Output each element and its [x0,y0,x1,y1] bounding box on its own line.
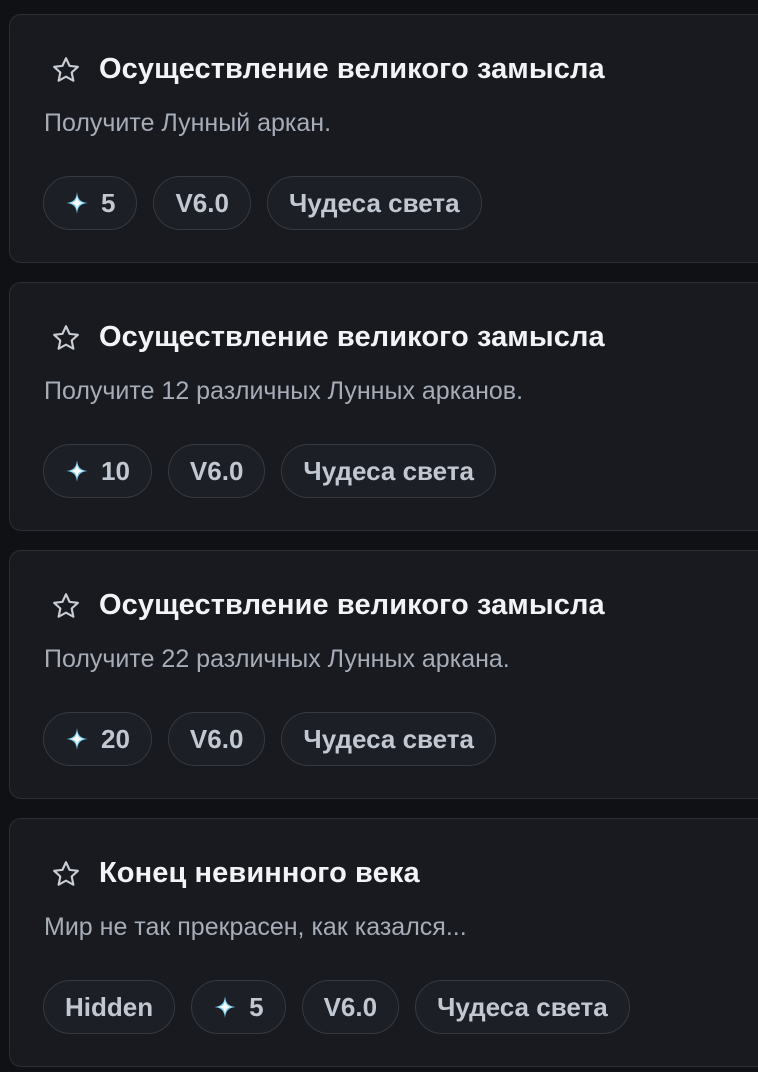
star-icon[interactable] [51,859,81,889]
achievement-title: Осуществление великого замысла [99,53,605,85]
achievement-tags: 10 V6.0 Чудеса света [43,444,496,498]
achievement-card: Конец невинного века Мир не так прекрасе… [9,818,758,1067]
achievement-card: Осуществление великого замысла Получите … [9,282,758,531]
primogem-icon [65,459,89,483]
achievement-title: Конец невинного века [99,857,420,889]
hidden-badge: Hidden [43,980,176,1034]
achievement-title-row: Осуществление великого замысла [51,53,605,86]
reward-badge: 5 [43,176,138,230]
star-icon[interactable] [51,55,81,85]
primogem-icon [213,995,237,1019]
reward-badge: 10 [43,444,152,498]
achievement-description: Получите 22 различных Лунных аркана. [44,645,510,673]
achievement-tags: Hidden 5 V6.0 Чудеса света [43,980,630,1034]
version-badge: V6.0 [301,980,400,1034]
achievement-description: Получите 12 различных Лунных арканов. [44,377,524,405]
achievement-description: Мир не так прекрасен, как казался... [44,913,467,941]
achievement-card: Осуществление великого замысла Получите … [9,550,758,799]
achievement-title-row: Осуществление великого замысла [51,321,605,354]
category-badge[interactable]: Чудеса света [415,980,630,1034]
category-badge[interactable]: Чудеса света [281,444,496,498]
achievement-tags: 20 V6.0 Чудеса света [43,712,496,766]
achievement-title-row: Конец невинного века [51,857,420,890]
primogem-icon [65,727,89,751]
achievement-description: Получите Лунный аркан. [44,109,332,137]
achievement-card: Осуществление великого замысла Получите … [9,14,758,263]
category-badge[interactable]: Чудеса света [266,176,482,230]
version-badge: V6.0 [167,444,266,498]
achievement-tags: 5 V6.0 Чудеса света [43,176,482,230]
achievement-title: Осуществление великого замысла [99,589,605,621]
version-badge: V6.0 [167,712,266,766]
star-icon[interactable] [51,323,81,353]
reward-amount: 5 [249,991,264,1022]
category-badge[interactable]: Чудеса света [281,712,496,766]
reward-badge: 5 [191,980,286,1034]
achievement-title: Осуществление великого замысла [99,321,605,353]
reward-amount: 5 [101,187,116,218]
achievement-list: Осуществление великого замысла Получите … [0,0,758,1072]
version-badge: V6.0 [153,176,251,230]
reward-badge: 20 [43,712,152,766]
reward-amount: 10 [101,455,130,486]
reward-amount: 20 [101,723,130,754]
primogem-icon [65,191,89,215]
star-icon[interactable] [51,591,81,621]
achievement-title-row: Осуществление великого замысла [51,589,605,622]
